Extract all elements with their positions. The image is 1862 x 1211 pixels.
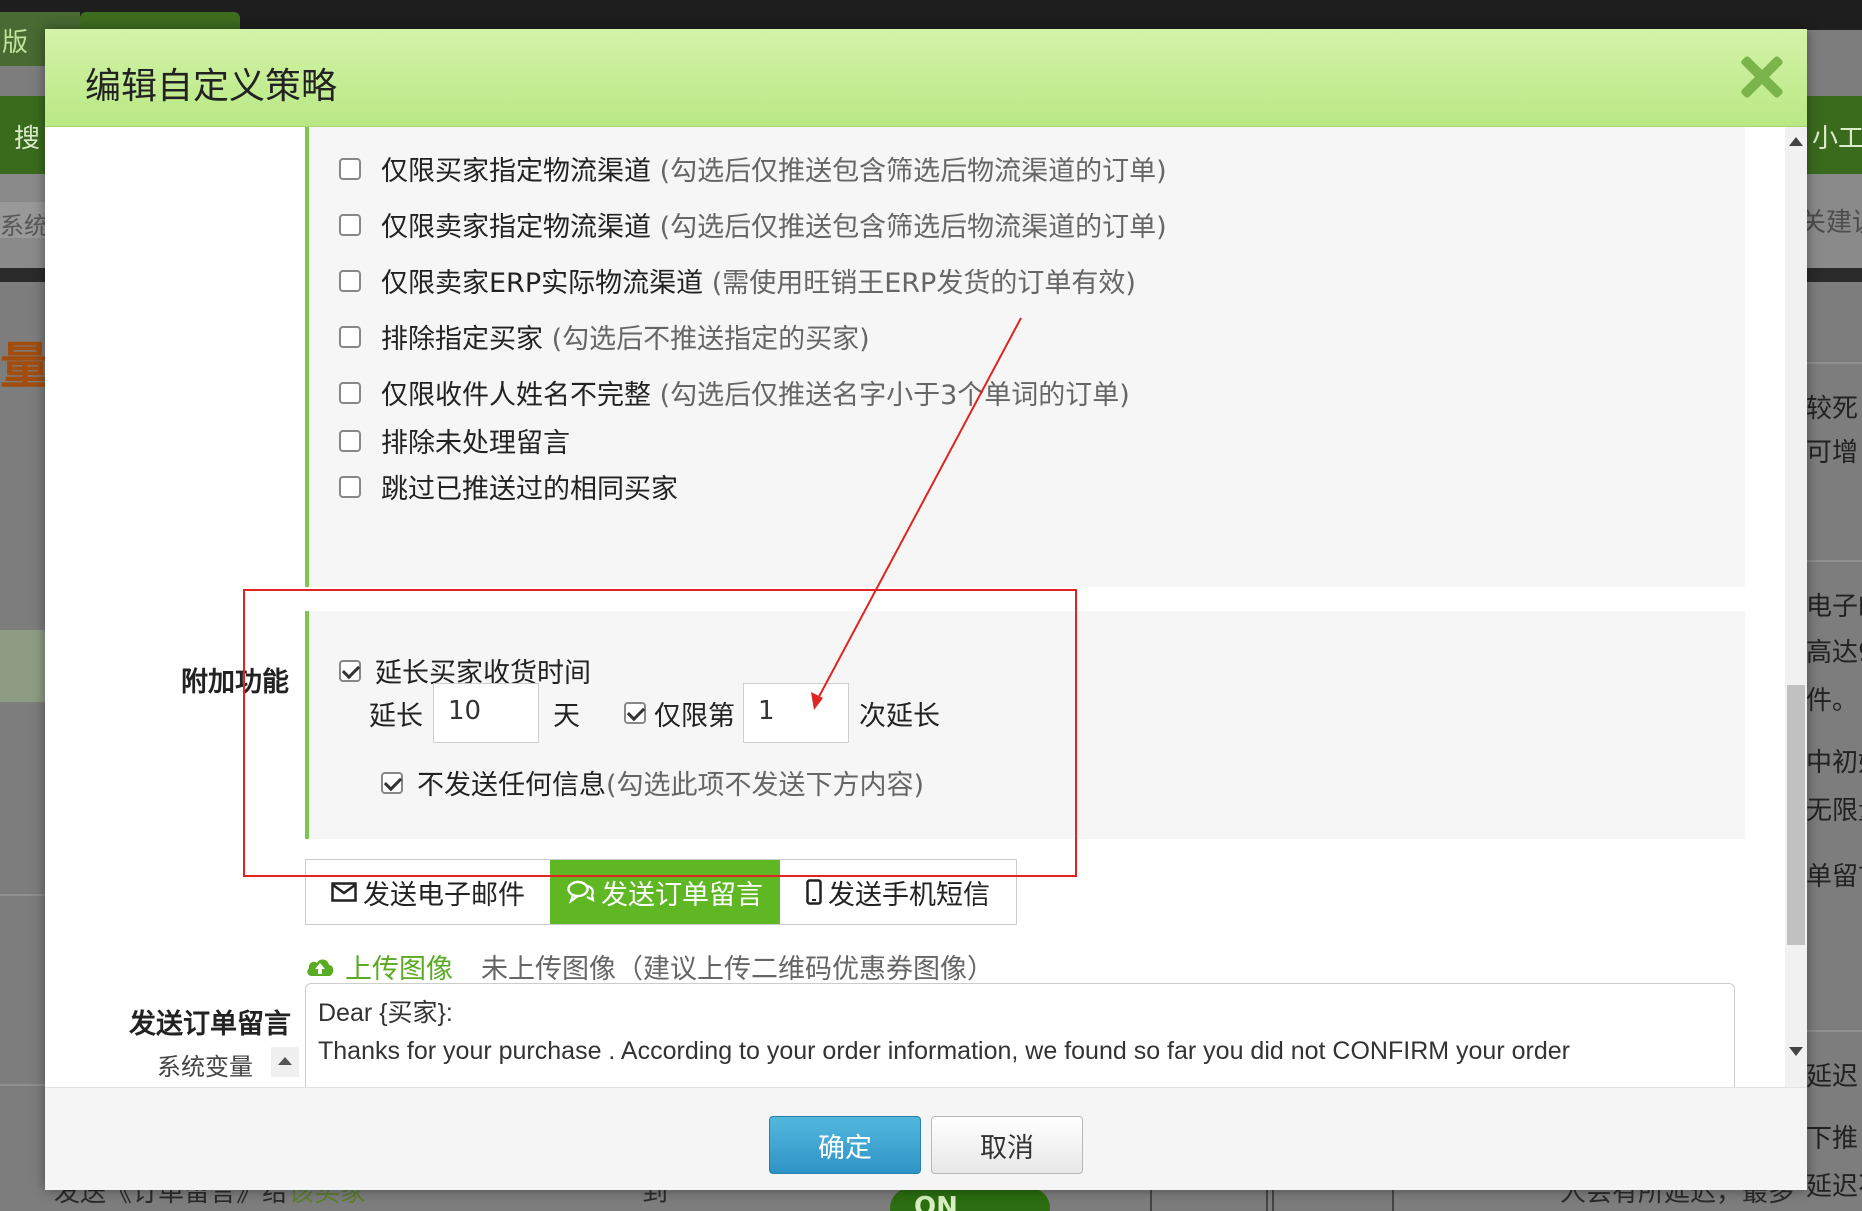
filter-option-exclude-buyer[interactable]: 排除指定买家 (勾选后不推送指定的买家) bbox=[339, 317, 870, 356]
tab-label: 发送手机短信 bbox=[828, 879, 990, 911]
extend-prefix: 延长 bbox=[369, 700, 423, 732]
filter-option-skip-same-buyer[interactable]: 跳过已推送过的相同买家 bbox=[339, 467, 678, 506]
filter-option-incomplete-name[interactable]: 仅限收件人姓名不完整 (勾选后仅推送名字小于3个单词的订单) bbox=[339, 373, 1130, 412]
bg-side-text: 高达98 bbox=[1806, 638, 1862, 668]
confirm-button[interactable]: 确定 bbox=[769, 1116, 921, 1174]
tab-send-sms[interactable]: 发送手机短信 bbox=[780, 860, 1016, 924]
extra-section-label: 附加功能 bbox=[181, 667, 289, 698]
filter-note: (勾选后仅推送包含筛选后物流渠道的订单) bbox=[659, 156, 1167, 187]
bg-side-text: 中初始 bbox=[1806, 748, 1862, 778]
bg-side-text: 件。 bbox=[1806, 686, 1859, 716]
checkbox[interactable] bbox=[339, 157, 361, 180]
filter-note: (需使用旺销王ERP发货的订单有效) bbox=[711, 268, 1136, 299]
bg-sys-label-right: 关建议 bbox=[1800, 208, 1862, 238]
limit-times-input[interactable]: 1 bbox=[743, 683, 849, 743]
bg-side-text: 下推 bbox=[1806, 1124, 1859, 1154]
limit-checkbox[interactable] bbox=[624, 702, 646, 724]
filter-note: (勾选后仅推送名字小于3个单词的订单) bbox=[659, 380, 1130, 411]
dialog-title: 编辑自定义策略 bbox=[85, 66, 338, 107]
bg-side-text: 延迟 bbox=[1806, 1062, 1859, 1092]
bg-hline bbox=[1806, 1030, 1862, 1032]
checkbox[interactable] bbox=[339, 381, 361, 404]
message-label: 发送订单留言 bbox=[129, 1009, 291, 1040]
filter-label: 仅限收件人姓名不完整 bbox=[381, 380, 651, 411]
scroll-thumb[interactable] bbox=[1787, 685, 1805, 945]
close-icon[interactable] bbox=[1739, 55, 1783, 99]
filter-label: 排除未处理留言 bbox=[381, 428, 570, 459]
filter-option-erp-logistics[interactable]: 仅限卖家ERP实际物流渠道 (需使用旺销王ERP发货的订单有效) bbox=[339, 261, 1136, 300]
chat-icon bbox=[567, 880, 595, 904]
bg-topbar bbox=[0, 0, 1862, 30]
bg-side-text: 可增 bbox=[1806, 438, 1859, 468]
bg-tools-label: 小工 bbox=[1812, 124, 1862, 154]
checkbox[interactable] bbox=[339, 429, 361, 452]
envelope-icon bbox=[331, 882, 357, 902]
dialog-header: 编辑自定义策略 bbox=[45, 29, 1807, 127]
scroll-up-icon[interactable] bbox=[1789, 137, 1803, 146]
filter-note: (勾选后不推送指定的买家) bbox=[551, 324, 870, 355]
tab-label: 发送订单留言 bbox=[601, 879, 763, 911]
bg-orange-heading: 量 bbox=[0, 337, 50, 395]
bg-side-text: 延迟不 bbox=[1806, 1172, 1862, 1202]
filter-label: 仅限卖家指定物流渠道 bbox=[381, 212, 651, 243]
bg-hline bbox=[0, 1084, 45, 1086]
bg-toggle: ON bbox=[890, 1188, 1050, 1211]
days-unit: 天 bbox=[553, 700, 580, 732]
no-send-label: 不发送任何信息 bbox=[417, 770, 606, 801]
message-line: Thanks for your purchase . According to … bbox=[318, 1037, 1570, 1065]
upload-image-link[interactable]: 上传图像 bbox=[345, 947, 453, 986]
bg-side-text: 单留言 bbox=[1806, 862, 1862, 892]
message-textarea[interactable]: Dear {买家}: Thanks for your purchase . Ac… bbox=[305, 983, 1735, 1087]
checkbox[interactable] bbox=[339, 475, 361, 498]
send-channel-tabs: 发送电子邮件 发送订单留言 发送手机短信 bbox=[305, 859, 1017, 925]
bg-side-text: 较死 bbox=[1806, 394, 1859, 424]
cloud-upload-icon bbox=[307, 958, 334, 976]
bg-left-panel bbox=[0, 630, 48, 702]
bg-hline bbox=[0, 894, 45, 896]
bg-tab-label: 版 bbox=[2, 28, 29, 58]
extend-days-row: 延长 10 天 仅限第 1 次延长 bbox=[369, 683, 940, 743]
filter-label: 跳过已推送过的相同买家 bbox=[381, 474, 678, 505]
tab-send-order-message[interactable]: 发送订单留言 bbox=[550, 860, 780, 924]
chevron-up-icon[interactable] bbox=[271, 1047, 299, 1077]
bg-side-text: 无限量 bbox=[1806, 796, 1862, 826]
checkbox[interactable] bbox=[339, 213, 361, 236]
bg-hline bbox=[1806, 362, 1862, 364]
no-send-checkbox[interactable] bbox=[381, 771, 403, 794]
dialog-footer: 确定 取消 bbox=[45, 1087, 1807, 1190]
bg-side-text: 电子邮 bbox=[1806, 592, 1862, 622]
filter-label: 仅限卖家ERP实际物流渠道 bbox=[381, 268, 704, 299]
dialog-body[interactable]: 仅限买家指定物流渠道 (勾选后仅推送包含筛选后物流渠道的订单) 仅限卖家指定物流… bbox=[45, 127, 1785, 1087]
upload-status: 未上传图像（建议上传二维码优惠券图像） bbox=[481, 954, 994, 985]
scroll-down-icon[interactable] bbox=[1789, 1047, 1803, 1056]
no-send-option[interactable]: 不发送任何信息 (勾选此项不发送下方内容) bbox=[381, 763, 924, 802]
filter-note: (勾选后仅推送包含筛选后物流渠道的订单) bbox=[659, 212, 1167, 243]
checkbox[interactable] bbox=[339, 269, 361, 292]
edit-strategy-dialog: 编辑自定义策略 仅限买家指定物流渠道 (勾选后仅推送包含筛选后物流渠道的订单) … bbox=[45, 29, 1807, 1190]
mobile-icon bbox=[806, 879, 822, 905]
limit-suffix: 次延长 bbox=[859, 700, 940, 732]
cancel-button[interactable]: 取消 bbox=[931, 1116, 1083, 1174]
extend-checkbox[interactable] bbox=[339, 659, 361, 682]
filter-label: 仅限买家指定物流渠道 bbox=[381, 156, 651, 187]
filter-option-buyer-logistics[interactable]: 仅限买家指定物流渠道 (勾选后仅推送包含筛选后物流渠道的订单) bbox=[339, 149, 1167, 188]
system-variable-label: 系统变量 bbox=[157, 1053, 253, 1081]
extra-options: 延长买家收货时间 延长 10 天 仅限第 1 次延长 不发送任何信息 (勾选此项… bbox=[305, 611, 1745, 839]
upload-row: 上传图像 未上传图像（建议上传二维码优惠券图像） bbox=[305, 947, 994, 986]
filter-option-exclude-unhandled[interactable]: 排除未处理留言 bbox=[339, 421, 570, 460]
extend-days-input[interactable]: 10 bbox=[433, 683, 539, 743]
bg-search-label: 搜 bbox=[14, 124, 41, 154]
no-send-note: (勾选此项不发送下方内容) bbox=[606, 770, 925, 801]
filter-label: 排除指定买家 bbox=[381, 324, 543, 355]
bg-hline bbox=[1806, 560, 1862, 562]
filter-options: 仅限买家指定物流渠道 (勾选后仅推送包含筛选后物流渠道的订单) 仅限卖家指定物流… bbox=[305, 127, 1745, 587]
tab-label: 发送电子邮件 bbox=[363, 879, 525, 911]
limit-label: 仅限第 bbox=[654, 700, 735, 732]
tab-send-email[interactable]: 发送电子邮件 bbox=[306, 860, 550, 924]
checkbox[interactable] bbox=[339, 325, 361, 348]
dialog-scrollbar[interactable] bbox=[1785, 127, 1807, 1087]
message-line: Dear {买家}: bbox=[318, 999, 453, 1027]
filter-option-seller-logistics[interactable]: 仅限卖家指定物流渠道 (勾选后仅推送包含筛选后物流渠道的订单) bbox=[339, 205, 1167, 244]
